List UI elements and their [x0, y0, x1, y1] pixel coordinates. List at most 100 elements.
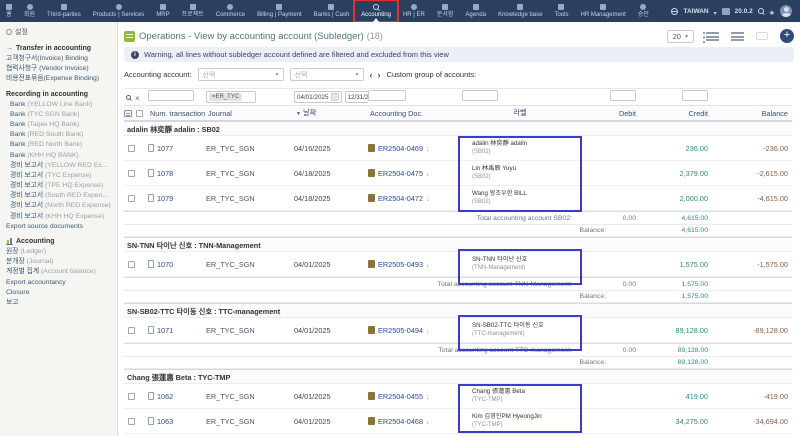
accounting-doc-link[interactable]: ER2504-0472 [378, 194, 423, 203]
row-checkbox[interactable] [128, 327, 135, 334]
col-label[interactable]: 라벨 [462, 108, 578, 118]
sidebar-item-expense-2[interactable]: 경비 보고서 (TPE HQ Expense) [6, 181, 112, 191]
sidebar-item-account-balance[interactable]: 계정별 집계 (Account balance) [6, 267, 112, 277]
sidebar-item-expense-4[interactable]: 경비 보고서 (North RED Expense) [6, 201, 112, 211]
row-checkbox[interactable] [128, 393, 135, 400]
download-icon[interactable] [423, 144, 430, 153]
global-search-icon[interactable] [758, 8, 764, 14]
sidebar-item-reporting[interactable]: 보고 [6, 298, 112, 308]
sidebar-item-export-source[interactable]: Export source documents [6, 222, 112, 232]
sidebar-item-bank-2[interactable]: Bank (Taipei HQ Bank) [6, 120, 112, 130]
nav-projects[interactable]: 프로젝트 [176, 0, 210, 22]
accounting-doc-link[interactable]: ER2504-0455 [378, 392, 423, 401]
sidebar-item-ledger[interactable]: 원장 (Ledger) [6, 247, 112, 257]
locale-label[interactable]: TAIWAN [683, 8, 708, 15]
download-icon[interactable] [423, 392, 430, 401]
debit-filter-input[interactable] [610, 90, 636, 101]
sidebar-item-export-accountancy[interactable]: Export accountancy [6, 278, 112, 288]
bookmark-star-icon[interactable] [769, 2, 775, 20]
col-balance[interactable]: Balance [712, 109, 792, 118]
col-journal[interactable]: Journal [206, 109, 294, 118]
nav-commerce[interactable]: Commerce [210, 0, 251, 22]
col-credit[interactable]: Credit [640, 109, 712, 118]
date-to-input[interactable]: 12/31/2025 [345, 91, 368, 103]
row-checkbox[interactable] [128, 261, 135, 268]
select-all-checkbox[interactable] [136, 110, 143, 117]
col-date[interactable]: 날짜 [294, 108, 368, 118]
nav-accounting[interactable]: Accounting [355, 0, 397, 22]
col-doc[interactable]: Accounting Doc. [368, 109, 462, 118]
user-avatar[interactable] [780, 5, 792, 17]
row-checkbox[interactable] [128, 145, 135, 152]
row-checkbox[interactable] [128, 418, 135, 425]
transaction-link[interactable]: 1071 [157, 326, 173, 335]
nav-tools[interactable]: Tools [548, 0, 574, 22]
subledger-account-select[interactable]: 선택 [290, 68, 364, 81]
nav-agenda[interactable]: Agenda [459, 0, 492, 22]
accounting-doc-link[interactable]: ER2504-0475 [378, 169, 423, 178]
journal-filter-input[interactable]: =ER_TYC [206, 91, 256, 103]
add-record-button[interactable] [780, 29, 794, 43]
sidebar-item-expense-5[interactable]: 경비 보고서 (KHH HQ Expense) [6, 212, 112, 222]
next-account-button[interactable] [378, 70, 381, 80]
previous-account-button[interactable] [370, 70, 373, 80]
sidebar-item-journal[interactable]: 분개장 (Journal) [6, 257, 112, 267]
view-list-icon[interactable] [706, 32, 719, 41]
nav-third-parties[interactable]: Third-parties [41, 0, 87, 22]
sidebar-item-invoice-binding[interactable]: 고객청구서(Invoice) Binding [6, 54, 112, 64]
sidebar-item-bank-1[interactable]: Bank (TYC SGN Bank) [6, 110, 112, 120]
view-extended-selected[interactable] [756, 32, 768, 40]
transaction-link[interactable]: 1079 [157, 194, 173, 203]
download-icon[interactable] [423, 326, 430, 335]
transaction-link[interactable]: 1070 [157, 260, 173, 269]
transaction-link[interactable]: 1062 [157, 392, 173, 401]
sidebar-item-expense-0[interactable]: 경비 보고서 (YELLOW RED Ex... [6, 161, 112, 171]
sidebar-item-bank-0[interactable]: Bank (YELLOW Line Bank) [6, 100, 112, 110]
sidebar-item-vendor-invoice[interactable]: 협력사청구 (Vendor Invoice) [6, 64, 112, 74]
accounting-doc-link[interactable]: ER2504-0468 [378, 417, 423, 426]
sidebar-item-bank-3[interactable]: Bank (RED South Bank) [6, 130, 112, 140]
page-size-select[interactable]: 20 [667, 30, 694, 43]
accounting-account-select[interactable]: 선택 [198, 68, 284, 81]
nav-hr-management[interactable]: HR Management [574, 0, 631, 22]
row-checkbox[interactable] [128, 195, 135, 202]
sidebar-item-bank-4[interactable]: Bank (RED North Bank) [6, 140, 112, 150]
row-checkbox[interactable] [128, 170, 135, 177]
nav-documents[interactable]: 문서함 [431, 0, 460, 22]
nav-billing-payment[interactable]: Billing | Payment [251, 0, 308, 22]
calendar-icon[interactable] [331, 93, 339, 101]
download-icon[interactable] [423, 194, 430, 203]
sidebar-item-bank-5[interactable]: Bank (KHH HQ BANK) [6, 151, 112, 161]
sidebar-item-expense-3[interactable]: 경비 보고서 (South RED Expen... [6, 191, 112, 201]
accounting-doc-link[interactable]: ER2504-0469 [378, 144, 423, 153]
download-icon[interactable] [423, 169, 430, 178]
transaction-link[interactable]: 1078 [157, 169, 173, 178]
label-filter-input[interactable] [462, 90, 498, 101]
num-filter-input[interactable] [148, 90, 194, 101]
nav-products-services[interactable]: Products | Services [87, 0, 151, 22]
col-num[interactable]: Num. transaction [148, 109, 206, 118]
nav-hr-er[interactable]: HR | ER [397, 0, 431, 22]
view-compact-icon[interactable] [731, 32, 744, 41]
doc-filter-input[interactable] [368, 90, 406, 101]
sidebar-item-closure[interactable]: Closure [6, 288, 112, 298]
date-from-input[interactable]: 04/01/2025 [294, 91, 342, 103]
nav-mrp[interactable]: MRP [150, 0, 175, 22]
credit-filter-input[interactable] [682, 90, 708, 101]
search-icon[interactable] [126, 95, 131, 100]
nav-members[interactable]: 회원 [18, 0, 41, 22]
nav-home[interactable]: 홈 [0, 0, 18, 22]
sidebar-item-expense-1[interactable]: 경비 보고서 (TYC Expense) [6, 171, 112, 181]
transaction-link[interactable]: 1077 [157, 144, 173, 153]
transaction-link[interactable]: 1063 [157, 417, 173, 426]
nav-banks-cash[interactable]: Banks | Cash [308, 0, 356, 22]
sidebar-settings[interactable]: 설정 [6, 27, 112, 37]
download-icon[interactable] [423, 417, 430, 426]
columns-selector-icon[interactable] [124, 110, 132, 117]
accounting-doc-link[interactable]: ER2505-0494 [378, 326, 423, 335]
col-debit[interactable]: Debit [578, 109, 640, 118]
nav-knowledge-base[interactable]: Knowledge base [492, 0, 548, 22]
sidebar-item-expense-binding[interactable]: 비용전표묶음(Expense Binding) [6, 74, 112, 84]
accounting-doc-link[interactable]: ER2505-0493 [378, 260, 423, 269]
clear-filters-icon[interactable] [135, 88, 140, 106]
